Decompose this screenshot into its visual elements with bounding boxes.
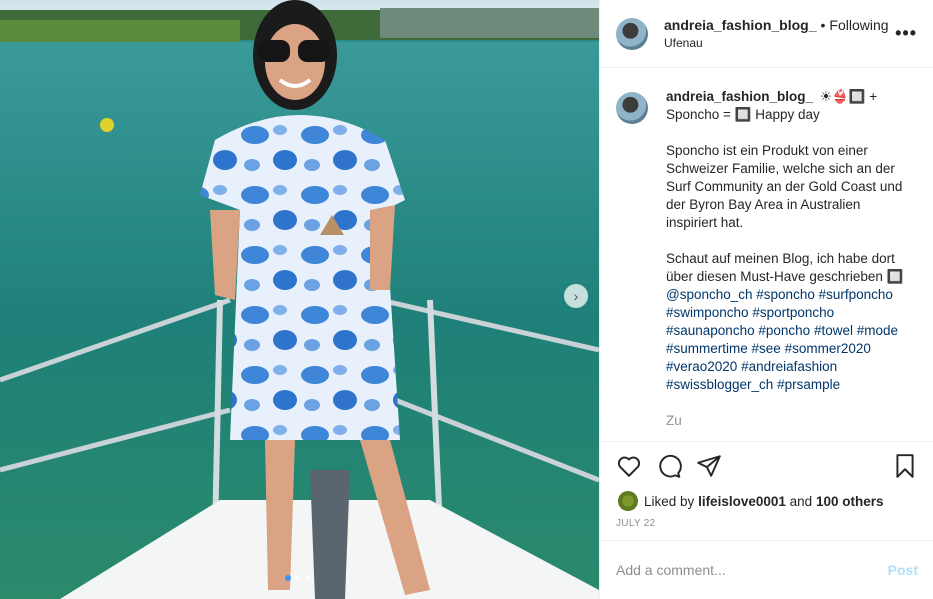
post-comment-button[interactable]: Post [888, 562, 918, 578]
post-date[interactable]: JULY 22 [600, 512, 933, 542]
author-info: andreia_fashion_blog_ • Following Ufenau [664, 17, 895, 50]
comment-bubble-icon[interactable] [656, 453, 682, 479]
post-photo[interactable]: › [0, 0, 599, 599]
caption-paragraph-2-text: Schaut auf meinen Blog, ich habe dort üb… [666, 251, 904, 284]
likes-conjunction: and [789, 493, 813, 509]
liker-avatar[interactable] [618, 491, 638, 511]
hashtag-link[interactable]: #sponcho [756, 287, 815, 302]
hashtag-link[interactable]: #sportponcho [752, 305, 834, 320]
next-photo-button[interactable]: › [564, 284, 588, 308]
hashtag-link[interactable]: #surfponcho [819, 287, 893, 302]
hashtag-link[interactable]: #saunaponcho [666, 323, 755, 338]
caption-area[interactable]: andreia_fashion_blog_ ☀👙🔲 + Sponcho = 🔲 … [600, 68, 933, 440]
caption: andreia_fashion_blog_ ☀👙🔲 + Sponcho = 🔲 … [666, 88, 906, 440]
action-bar [600, 442, 933, 490]
hashtag-link[interactable]: #see [752, 341, 781, 356]
author-avatar[interactable] [616, 17, 648, 50]
hashtag-link[interactable]: #mode [857, 323, 898, 338]
carousel-dot-2 [295, 575, 301, 581]
likes-prefix: Liked by [644, 493, 695, 509]
hashtag-link[interactable]: #swissblogger_ch [666, 377, 773, 392]
carousel-dot-1 [285, 575, 291, 581]
caption-row: andreia_fashion_blog_ ☀👙🔲 + Sponcho = 🔲 … [616, 88, 917, 440]
save-bookmark-icon[interactable] [892, 453, 918, 479]
carousel-dots [285, 575, 311, 581]
carousel-dot-3 [305, 575, 311, 581]
caption-paragraph-2: Schaut auf meinen Blog, ich habe dort üb… [666, 250, 906, 394]
comment-box: Post [600, 540, 933, 599]
hashtag-list: @sponcho_ch #sponcho #surfponcho #swimpo… [666, 287, 898, 392]
following-button[interactable]: Following [829, 17, 888, 33]
caption-avatar[interactable] [616, 92, 648, 124]
author-username[interactable]: andreia_fashion_blog_ [664, 17, 816, 33]
separator-dot: • [820, 17, 826, 33]
caption-fade [600, 422, 933, 440]
hashtag-link[interactable]: #verao2020 [666, 359, 737, 374]
author-line: andreia_fashion_blog_ • Following [664, 17, 895, 33]
like-heart-icon[interactable] [616, 453, 642, 479]
hashtag-link[interactable]: #sommer2020 [785, 341, 871, 356]
hashtag-link[interactable]: #poncho [758, 323, 810, 338]
likes-others-link[interactable]: 100 others [816, 494, 884, 509]
caption-username[interactable]: andreia_fashion_blog_ [666, 89, 813, 104]
post-panel: andreia_fashion_blog_ • Following Ufenau… [599, 0, 933, 599]
hashtag-link[interactable]: #andreiafashion [741, 359, 837, 374]
comment-input[interactable] [616, 562, 888, 578]
hashtag-link[interactable]: #swimponcho [666, 305, 749, 320]
photo-scene [0, 0, 599, 599]
caption-first-paragraph: andreia_fashion_blog_ ☀👙🔲 + Sponcho = 🔲 … [666, 88, 906, 124]
actions-area: Liked by lifeislove0001 and 100 others J… [600, 441, 933, 542]
hashtag-link[interactable]: #summertime [666, 341, 748, 356]
post-header: andreia_fashion_blog_ • Following Ufenau… [600, 0, 933, 68]
hashtag-link[interactable]: #prsample [777, 377, 840, 392]
hashtag-link[interactable]: @sponcho_ch [666, 287, 753, 302]
hashtag-link[interactable]: #towel [814, 323, 853, 338]
location-link[interactable]: Ufenau [664, 36, 895, 50]
caption-paragraph-1: Sponcho ist ein Produkt von einer Schwei… [666, 143, 903, 230]
liker-username[interactable]: lifeislove0001 [698, 494, 786, 509]
share-paper-plane-icon[interactable] [696, 453, 722, 479]
more-options-icon[interactable]: ••• [895, 23, 917, 44]
likes-line: Liked by lifeislove0001 and 100 others [600, 490, 933, 512]
